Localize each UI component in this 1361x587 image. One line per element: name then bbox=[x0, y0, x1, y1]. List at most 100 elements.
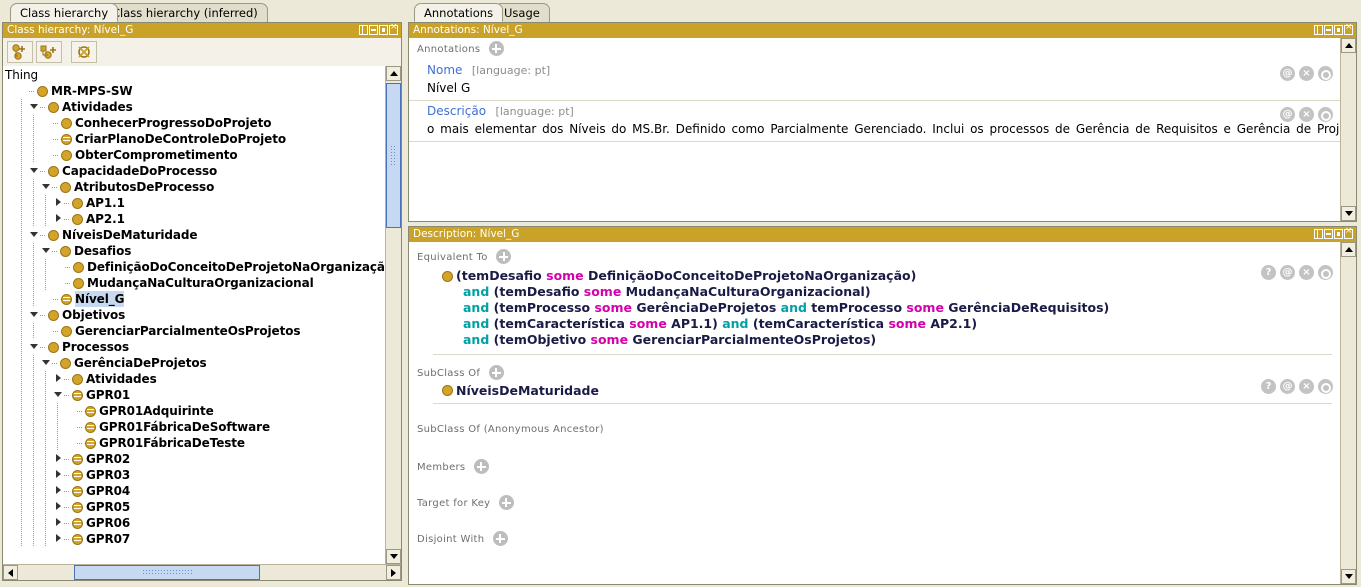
delete-icon[interactable]: × bbox=[1299, 107, 1314, 122]
add-sibling-class-button[interactable] bbox=[36, 41, 62, 63]
expand-arrow-icon[interactable] bbox=[53, 211, 64, 227]
scroll-down-button[interactable] bbox=[1341, 569, 1356, 584]
help-icon[interactable]: ? bbox=[1261, 265, 1276, 280]
collapse-arrow-icon[interactable] bbox=[29, 163, 40, 179]
tab-annotations[interactable]: Annotations bbox=[414, 3, 504, 22]
expand-arrow-icon[interactable] bbox=[53, 515, 64, 531]
tree-item-gpr01f-bricadesoftware[interactable]: GPR01FábricaDeSoftware bbox=[5, 419, 385, 435]
add-disjoint-class-button[interactable] bbox=[492, 531, 508, 546]
tree-item-gerenciarparcialmenteosprojetos[interactable]: GerenciarParcialmenteOsProjetos bbox=[5, 323, 385, 339]
collapse-arrow-icon[interactable] bbox=[29, 99, 40, 115]
expand-arrow-icon[interactable] bbox=[53, 467, 64, 483]
tree-item-defini-odoconceitodeprojetonaorganiza-o[interactable]: DefiniçãoDoConceitoDeProjetoNaOrganizaçã… bbox=[5, 259, 385, 275]
scroll-up-button[interactable] bbox=[1341, 242, 1356, 257]
tree-item-gpr07[interactable]: GPR07 bbox=[5, 531, 385, 547]
tree-item-ger-nciadeprojetos[interactable]: GerênciaDeProjetos bbox=[5, 355, 385, 371]
tree-horizontal-scrollbar[interactable] bbox=[3, 564, 401, 580]
tree-item-thing[interactable]: Thing bbox=[5, 67, 385, 83]
tab-class-hierarchy[interactable]: Class hierarchy bbox=[10, 3, 119, 22]
maximize-icon[interactable] bbox=[379, 25, 388, 35]
tree-item-atributosdeprocesso[interactable]: AtributosDeProcesso bbox=[5, 179, 385, 195]
scroll-track[interactable] bbox=[1341, 257, 1356, 569]
collapse-arrow-icon[interactable] bbox=[41, 179, 52, 195]
expand-arrow-icon[interactable] bbox=[53, 371, 64, 387]
minimize-icon[interactable] bbox=[1324, 25, 1333, 35]
tree-item-capacidadedoprocesso[interactable]: CapacidadeDoProcesso bbox=[5, 163, 385, 179]
tab-class-hierarchy-inferred[interactable]: Class hierarchy (inferred) bbox=[102, 3, 268, 22]
add-member-button[interactable] bbox=[473, 459, 489, 474]
annotate-icon[interactable]: @ bbox=[1280, 265, 1295, 280]
expand-arrow-icon[interactable] bbox=[53, 195, 64, 211]
tree-item-atividades[interactable]: Atividades bbox=[5, 99, 385, 115]
equivalent-to-item[interactable]: (temDesafio some DefiniçãoDoConceitoDePr… bbox=[417, 265, 1340, 348]
annotate-icon[interactable]: @ bbox=[1280, 379, 1295, 394]
tree-item-conhecerprogressodoprojeto[interactable]: ConhecerProgressoDoProjeto bbox=[5, 115, 385, 131]
split-view-icon[interactable] bbox=[1314, 229, 1323, 239]
add-superclass-button[interactable] bbox=[488, 365, 504, 380]
add-equivalent-class-button[interactable] bbox=[496, 249, 512, 264]
scroll-right-button[interactable] bbox=[386, 565, 401, 580]
tree-item-gpr06[interactable]: GPR06 bbox=[5, 515, 385, 531]
edit-icon[interactable] bbox=[1318, 107, 1333, 122]
subclass-of-item[interactable]: NíveisDeMaturidade bbox=[441, 383, 1340, 398]
tree-vertical-scrollbar[interactable] bbox=[385, 66, 401, 564]
tree-item-gpr01[interactable]: GPR01 bbox=[5, 387, 385, 403]
edit-icon[interactable] bbox=[1318, 66, 1333, 81]
scroll-up-button[interactable] bbox=[386, 66, 401, 81]
tree-item-gpr05[interactable]: GPR05 bbox=[5, 499, 385, 515]
tree-item-ap1-1[interactable]: AP1.1 bbox=[5, 195, 385, 211]
scroll-left-button[interactable] bbox=[3, 565, 18, 580]
annotations-vertical-scrollbar[interactable] bbox=[1340, 38, 1356, 221]
annotate-icon[interactable]: @ bbox=[1280, 107, 1295, 122]
add-annotation-button[interactable] bbox=[488, 41, 504, 56]
tree-item-desafios[interactable]: Desafios bbox=[5, 243, 385, 259]
tree-item-gpr01f-bricadeteste[interactable]: GPR01FábricaDeTeste bbox=[5, 435, 385, 451]
tree-item-n-veisdematuridade[interactable]: NíveisDeMaturidade bbox=[5, 227, 385, 243]
close-icon[interactable] bbox=[389, 23, 398, 35]
tree-item-gpr02[interactable]: GPR02 bbox=[5, 451, 385, 467]
collapse-arrow-icon[interactable] bbox=[41, 355, 52, 371]
collapse-arrow-icon[interactable] bbox=[29, 339, 40, 355]
minimize-icon[interactable] bbox=[1324, 229, 1333, 239]
annotation-row[interactable]: Descrição [language: pt] o mais elementa… bbox=[409, 101, 1340, 142]
expand-arrow-icon[interactable] bbox=[53, 451, 64, 467]
add-key-button[interactable] bbox=[498, 495, 514, 510]
split-view-icon[interactable] bbox=[359, 25, 368, 35]
collapse-arrow-icon[interactable] bbox=[53, 387, 64, 403]
annotation-property[interactable]: Descrição bbox=[427, 104, 486, 118]
close-icon[interactable] bbox=[1344, 23, 1353, 35]
tree-item-ap2-1[interactable]: AP2.1 bbox=[5, 211, 385, 227]
delete-class-button[interactable] bbox=[71, 41, 97, 63]
annotation-property[interactable]: Nome bbox=[427, 63, 462, 77]
scroll-thumb[interactable] bbox=[386, 83, 401, 228]
tree-item-n-vel-g[interactable]: Nível_G bbox=[5, 291, 385, 307]
minimize-icon[interactable] bbox=[369, 25, 378, 35]
expand-arrow-icon[interactable] bbox=[53, 499, 64, 515]
edit-icon[interactable] bbox=[1318, 379, 1333, 394]
expand-arrow-icon[interactable] bbox=[53, 531, 64, 547]
collapse-arrow-icon[interactable] bbox=[29, 307, 40, 323]
tree-item-gpr04[interactable]: GPR04 bbox=[5, 483, 385, 499]
close-icon[interactable] bbox=[1344, 227, 1353, 239]
scroll-up-button[interactable] bbox=[1341, 38, 1356, 53]
split-view-icon[interactable] bbox=[1314, 25, 1323, 35]
edit-icon[interactable] bbox=[1318, 265, 1333, 280]
collapse-arrow-icon[interactable] bbox=[41, 243, 52, 259]
tree-item-objetivos[interactable]: Objetivos bbox=[5, 307, 385, 323]
expand-arrow-icon[interactable] bbox=[53, 483, 64, 499]
annotate-icon[interactable]: @ bbox=[1280, 66, 1295, 81]
tree-item-processos[interactable]: Processos bbox=[5, 339, 385, 355]
delete-icon[interactable]: × bbox=[1299, 379, 1314, 394]
tree-item-gpr03[interactable]: GPR03 bbox=[5, 467, 385, 483]
annotation-row[interactable]: Nome [language: pt] Nível G @ × bbox=[409, 60, 1340, 101]
tree-item-gpr01adquirinte[interactable]: GPR01Adquirinte bbox=[5, 403, 385, 419]
hscroll-thumb[interactable] bbox=[74, 565, 260, 580]
add-subclass-button[interactable] bbox=[7, 41, 33, 63]
tree-item-criarplanodecontroledoprojeto[interactable]: CriarPlanoDeControleDoProjeto bbox=[5, 131, 385, 147]
delete-icon[interactable]: × bbox=[1299, 265, 1314, 280]
hscroll-track[interactable] bbox=[74, 565, 386, 580]
tree-item-obtercomprometimento[interactable]: ObterComprometimento bbox=[5, 147, 385, 163]
help-icon[interactable]: ? bbox=[1261, 379, 1276, 394]
scroll-track[interactable] bbox=[386, 81, 401, 549]
maximize-icon[interactable] bbox=[1334, 229, 1343, 239]
